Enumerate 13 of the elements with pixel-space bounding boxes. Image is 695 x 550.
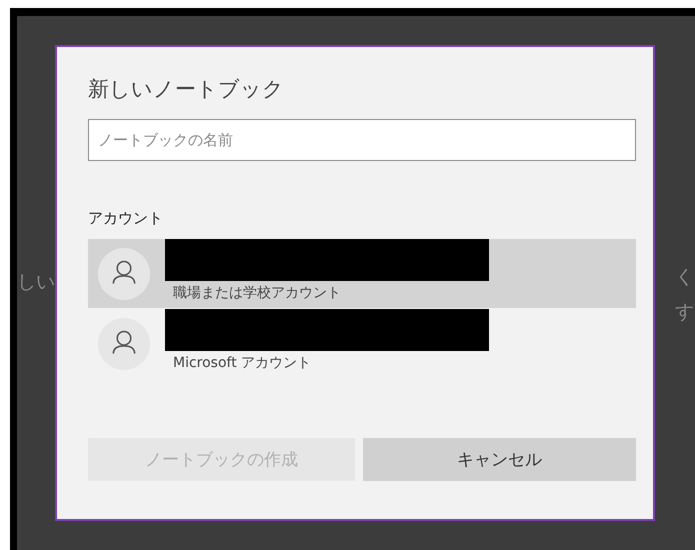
- dialog-title: 新しいノートブック: [88, 76, 285, 103]
- account-item[interactable]: Microsoft アカウント: [88, 309, 636, 378]
- account-type: 職場または学校アカウント: [173, 284, 342, 302]
- background-text: す: [675, 300, 694, 325]
- background-text: しい: [17, 270, 55, 295]
- person-icon: [97, 246, 151, 300]
- account-type: Microsoft アカウント: [173, 354, 312, 372]
- account-item[interactable]: 職場または学校アカウント: [88, 239, 636, 308]
- cancel-button[interactable]: キャンセル: [362, 438, 636, 481]
- notebook-name-field[interactable]: ノートブックの名前: [88, 119, 636, 161]
- background-text: く: [675, 265, 694, 290]
- section-heading: アカウント: [88, 209, 164, 229]
- person-icon: [97, 316, 151, 370]
